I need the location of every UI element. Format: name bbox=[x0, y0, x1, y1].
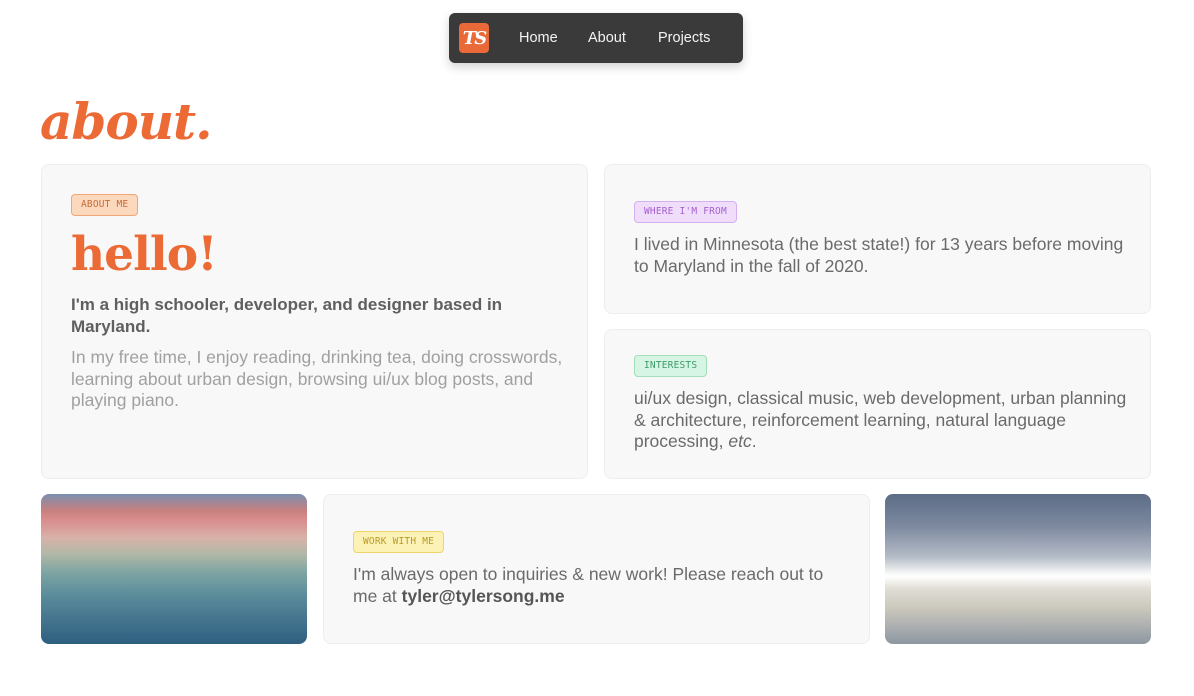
interests-card: INTERESTS ui/ux design, classical music,… bbox=[604, 329, 1151, 479]
logo[interactable]: TS bbox=[459, 23, 489, 53]
interests-text: ui/ux design, classical music, web devel… bbox=[634, 388, 1139, 453]
top-nav: TS Home About Projects bbox=[449, 13, 743, 63]
page-title: about. bbox=[40, 92, 213, 151]
work-with-me-card: WORK WITH ME I'm always open to inquirie… bbox=[323, 494, 870, 644]
hello-heading: hello! bbox=[71, 227, 218, 282]
about-me-card: ABOUT ME hello! I'm a high schooler, dev… bbox=[41, 164, 588, 479]
free-time-text: In my free time, I enjoy reading, drinki… bbox=[71, 347, 563, 410]
intro-text: I'm a high schooler, developer, and desi… bbox=[71, 295, 503, 336]
email-address[interactable]: tyler@tylersong.me bbox=[402, 586, 565, 606]
where-from-card: WHERE I'M FROM I lived in Minnesota (the… bbox=[604, 164, 1151, 314]
horizon-landscape-image bbox=[885, 494, 1151, 644]
nav-link-projects[interactable]: Projects bbox=[658, 29, 710, 47]
interests-period: . bbox=[751, 431, 757, 451]
interests-etc: etc bbox=[728, 431, 752, 451]
nav-link-about[interactable]: About bbox=[588, 29, 626, 47]
about-me-tag: ABOUT ME bbox=[71, 194, 139, 216]
nav-link-home[interactable]: Home bbox=[519, 29, 558, 47]
work-with-me-tag: WORK WITH ME bbox=[353, 531, 445, 553]
interests-list: ui/ux design, classical music, web devel… bbox=[634, 388, 1127, 451]
where-from-text: I lived in Minnesota (the best state!) f… bbox=[634, 234, 1124, 276]
interests-tag: INTERESTS bbox=[634, 355, 708, 377]
sunset-landscape-image bbox=[41, 494, 307, 644]
where-from-tag: WHERE I'M FROM bbox=[634, 201, 737, 223]
work-with-me-text: I'm always open to inquiries & new work!… bbox=[353, 564, 843, 607]
